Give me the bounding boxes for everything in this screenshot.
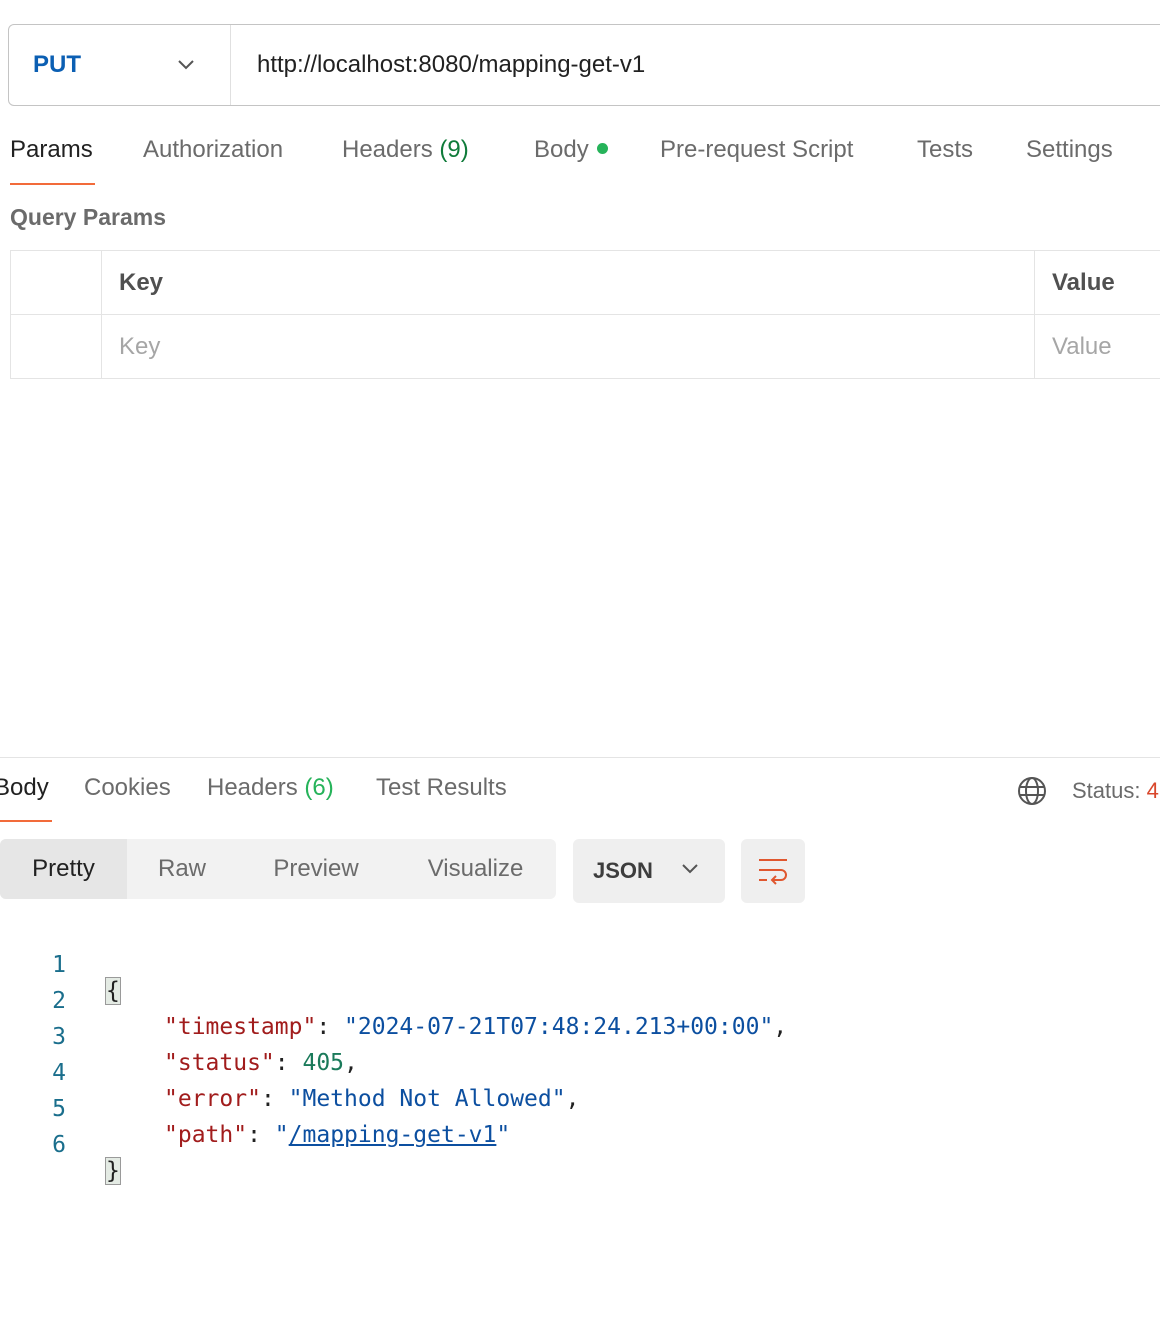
tab-tests[interactable]: Tests (917, 136, 973, 164)
tab-settings[interactable]: Settings (1026, 136, 1113, 164)
query-params-table: Key Value Key Value (10, 250, 1160, 379)
view-mode-preview[interactable]: Preview (237, 839, 395, 899)
active-response-tab-underline (0, 820, 52, 822)
param-value-input[interactable]: Value (1034, 314, 1160, 379)
wrap-lines-icon (759, 859, 787, 885)
view-mode-visualize[interactable]: Visualize (395, 839, 556, 899)
column-header-value: Value (1034, 250, 1160, 315)
code-line: 6 } (0, 1106, 1160, 1185)
response-tabs: Body Cookies Headers (6) Test Results (0, 774, 1160, 824)
response-tab-headers[interactable]: Headers (6) (207, 774, 334, 802)
view-mode-pretty[interactable]: Pretty (0, 839, 127, 899)
table-header-row: Key Value (10, 250, 1160, 315)
body-indicator-dot (596, 143, 608, 155)
url-input[interactable]: http://localhost:8080/mapping-get-v1 (231, 51, 645, 79)
globe-icon[interactable] (1016, 775, 1048, 807)
code-line: 5 "path": "/mapping-get-v1" (0, 1070, 1160, 1148)
code-line: 2 "timestamp": "2024-07-21T07:48:24.213+… (0, 962, 1160, 1040)
tab-headers[interactable]: Headers (9) (342, 136, 469, 164)
tab-pre-request-script[interactable]: Pre-request Script (660, 136, 853, 164)
close-brace: } (105, 1157, 121, 1185)
response-tab-body[interactable]: Body (0, 774, 49, 802)
method-label: PUT (33, 51, 81, 78)
request-url-bar: PUT http://localhost:8080/mapping-get-v1 (8, 24, 1160, 106)
headers-count: (9) (439, 136, 469, 163)
tab-body-label: Body (534, 136, 589, 163)
response-tab-cookies[interactable]: Cookies (84, 774, 171, 802)
code-line: 4 "error": "Method Not Allowed", (0, 1034, 1160, 1112)
param-key-input[interactable]: Key (101, 314, 1035, 379)
row-handle-cell (10, 314, 102, 379)
response-tab-test-results[interactable]: Test Results (376, 774, 507, 802)
format-dropdown[interactable]: JSON (573, 839, 725, 903)
status-label: Status: (1072, 778, 1141, 803)
format-label: JSON (593, 858, 653, 883)
wrap-lines-button[interactable] (741, 839, 805, 903)
active-tab-underline (10, 183, 95, 185)
response-tab-headers-label: Headers (207, 774, 298, 801)
view-mode-raw[interactable]: Raw (127, 839, 237, 899)
method-selector[interactable]: PUT (9, 25, 231, 105)
tab-params[interactable]: Params (10, 136, 93, 164)
chevron-down-icon (682, 864, 698, 874)
code-line: 1 { (0, 926, 1160, 1005)
code-line: 3 "status": 405, (0, 998, 1160, 1076)
request-tabs: Params Authorization Headers (9) Body Pr… (0, 136, 1160, 188)
query-params-title: Query Params (10, 204, 166, 230)
status-code: 4 (1146, 778, 1159, 803)
tab-body[interactable]: Body (534, 136, 608, 164)
table-row: Key Value (10, 314, 1160, 379)
view-mode-selector: Pretty Raw Preview Visualize (0, 839, 556, 899)
row-handle-cell (10, 250, 102, 315)
response-headers-count: (6) (304, 774, 334, 801)
chevron-down-icon (178, 60, 194, 70)
line-number: 6 (52, 1132, 66, 1158)
column-header-key: Key (101, 250, 1035, 315)
tab-headers-label: Headers (342, 136, 433, 163)
pane-divider[interactable] (0, 757, 1160, 758)
tab-authorization[interactable]: Authorization (143, 136, 283, 164)
response-status: Status: 4 (1072, 778, 1159, 804)
